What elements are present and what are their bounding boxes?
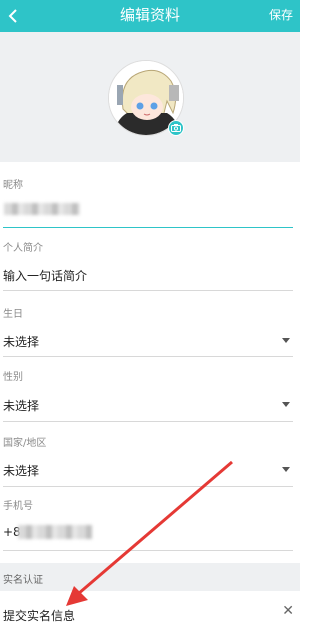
annotation-arrow [66,460,233,606]
watermark: 听 一听下载 [140,588,300,631]
watermark-text: 一听下载 [188,604,289,629]
watermark-logo: 听 [146,594,178,626]
